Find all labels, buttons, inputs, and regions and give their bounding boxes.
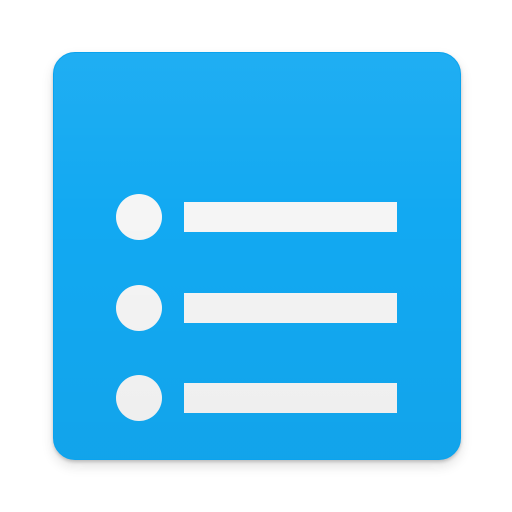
app-icon-canvas (0, 0, 512, 512)
list-line-icon (184, 383, 397, 413)
bullet-dot-icon (116, 194, 162, 240)
list-row-1 (54, 193, 460, 241)
bullet-dot-icon (116, 375, 162, 421)
list-row-2 (54, 284, 460, 332)
list-icon (53, 52, 461, 460)
list-line-icon (184, 293, 397, 323)
list-row-3 (54, 374, 460, 422)
bullet-dot-icon (116, 285, 162, 331)
list-line-icon (184, 202, 397, 232)
